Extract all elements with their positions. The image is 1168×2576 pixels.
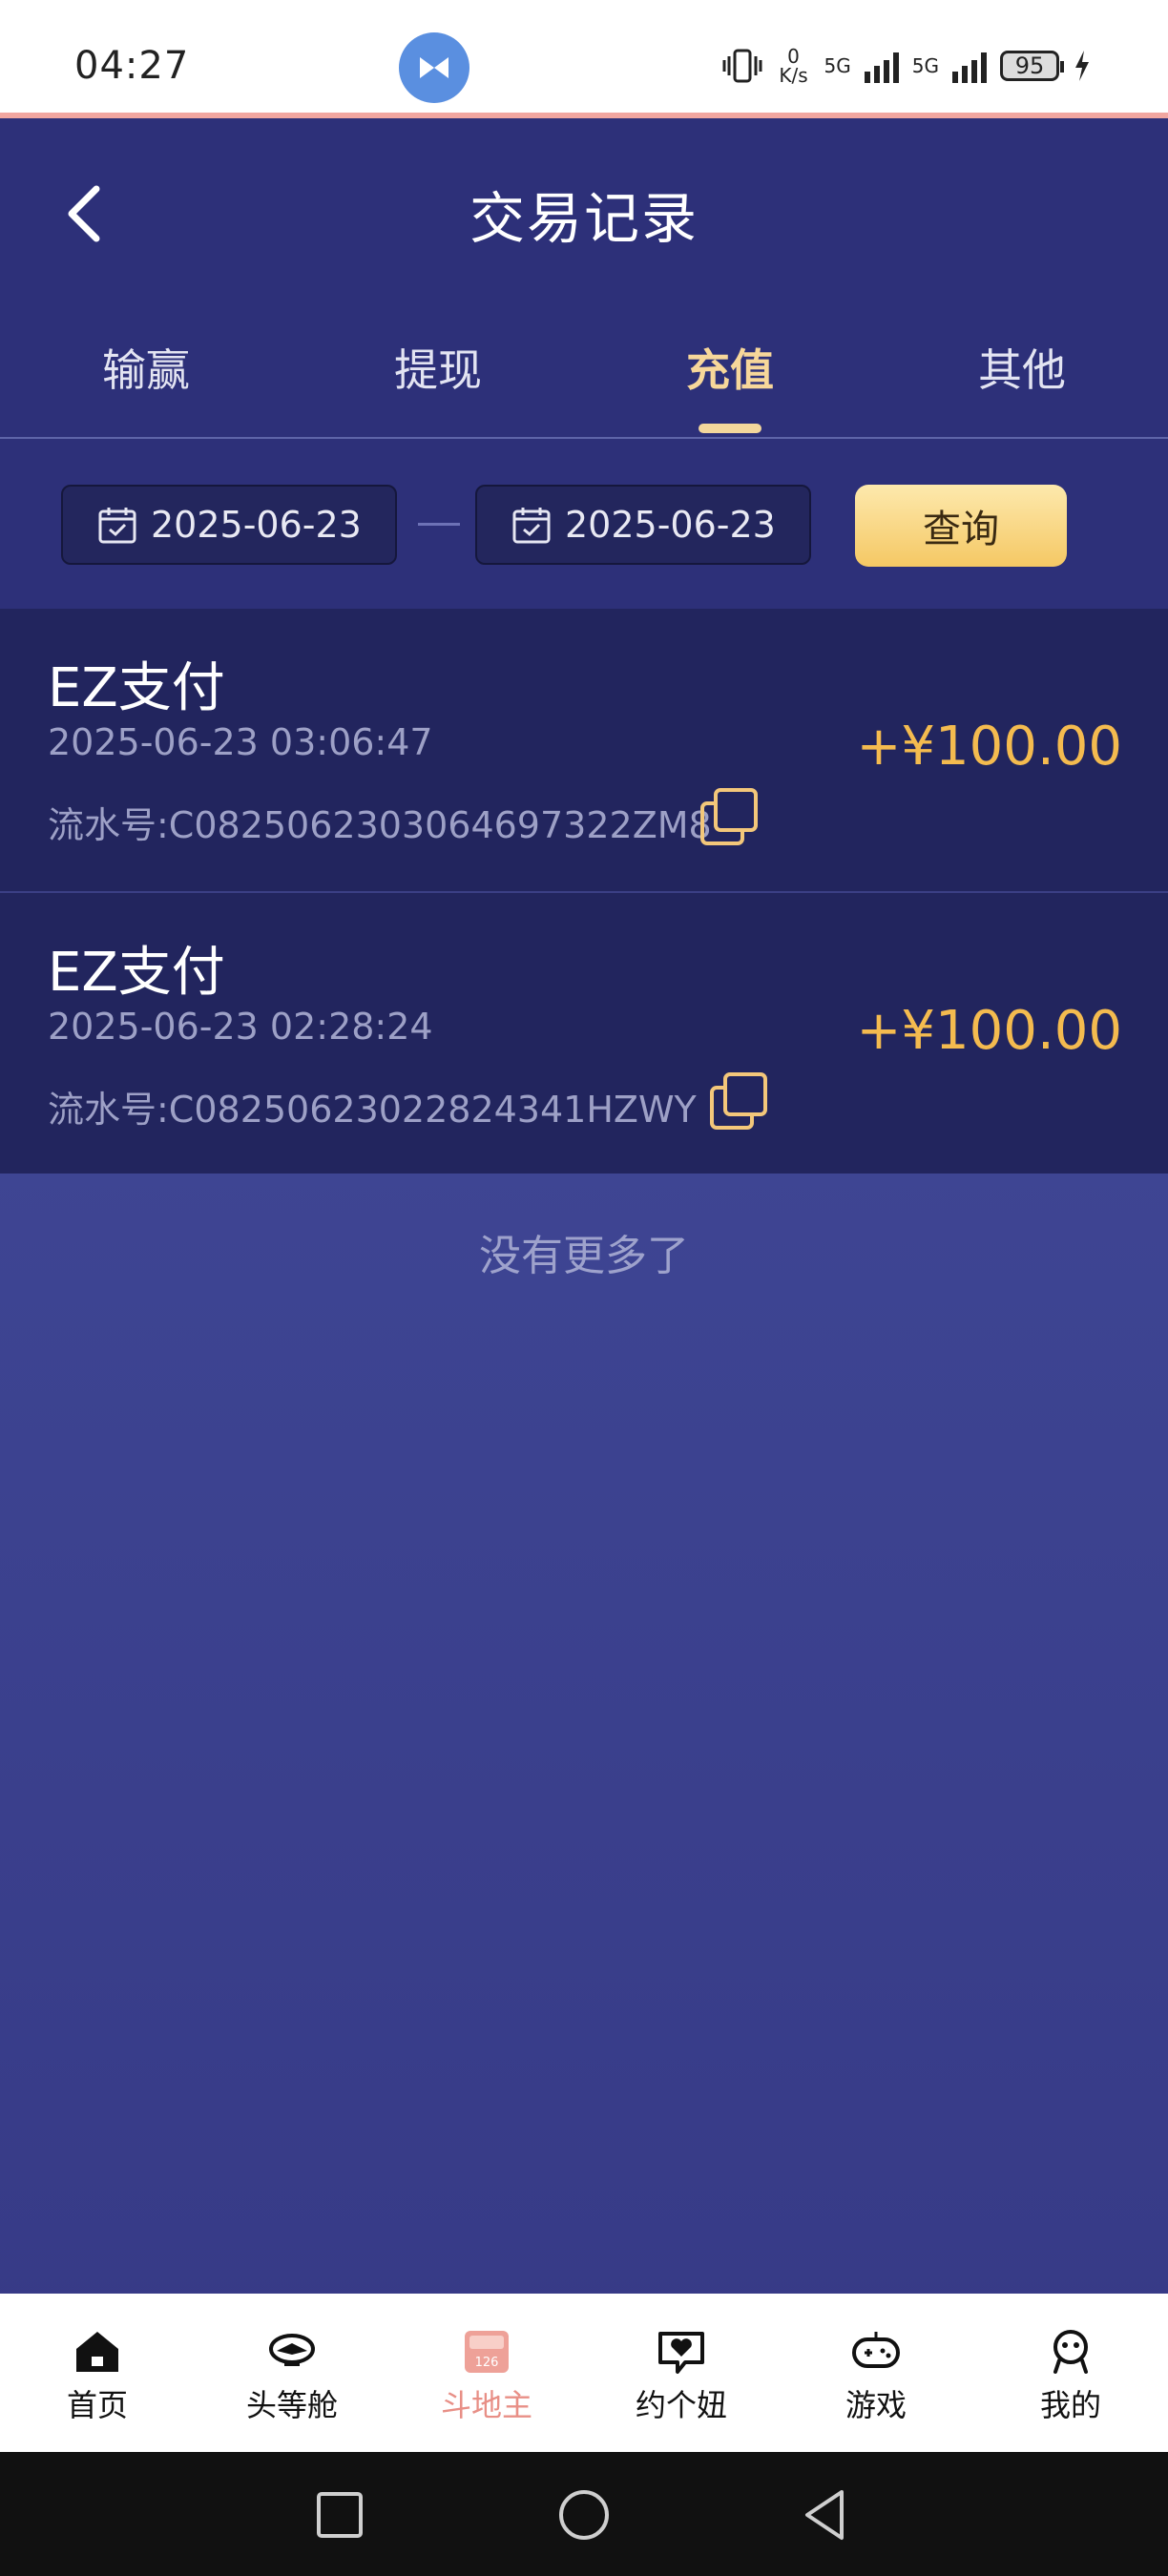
net-speed: 0 K/s — [779, 45, 808, 87]
battery-icon: 95 — [1000, 51, 1064, 81]
bottom-nav: 首页 头等舱 126 斗地主 约个妞 游戏 我的 — [0, 2294, 1168, 2452]
tab-label: 其他 — [978, 344, 1066, 396]
calendar-icon — [512, 508, 551, 544]
tab-win-loss[interactable]: 输赢 — [0, 336, 292, 399]
status-bar: 04:27 0 K/s 5G 5G 95 — [0, 0, 1168, 118]
card-game-icon: 126 — [465, 2331, 509, 2373]
signal-label-2: 5G — [911, 54, 939, 77]
transaction-list: EZ支付 2025-06-23 03:06:47 流水号:C0825062303… — [0, 609, 1168, 1174]
list-item: EZ支付 2025-06-23 02:28:24 流水号:C0825062302… — [0, 891, 1168, 1174]
start-date-picker[interactable]: 2025-06-23 — [61, 485, 397, 565]
list-item: EZ支付 2025-06-23 03:06:47 流水号:C0825062303… — [0, 609, 1168, 891]
query-button[interactable]: 查询 — [855, 485, 1067, 567]
page-title: 交易记录 — [469, 186, 699, 251]
system-back-icon[interactable] — [798, 2486, 855, 2544]
transaction-amount: +¥100.00 — [856, 1000, 1123, 1062]
tab-label: 充值 — [686, 344, 774, 396]
tab-label: 输赢 — [102, 344, 190, 396]
payment-method: EZ支付 — [48, 942, 225, 1004]
status-indicators: 0 K/s 5G 5G 95 — [721, 42, 1092, 90]
nav-item-landlord[interactable]: 126 斗地主 — [389, 2294, 584, 2452]
payment-method: EZ支付 — [48, 657, 225, 719]
serial-number: 流水号:C0825062303064697322ZM8 — [48, 804, 712, 846]
tab-bar: 输赢 提现 充值 其他 — [0, 309, 1168, 439]
gamepad-icon — [852, 2332, 900, 2368]
home-circle-icon[interactable] — [555, 2486, 613, 2544]
nav-item-home[interactable]: 首页 — [0, 2294, 195, 2452]
system-nav-bar — [0, 2452, 1168, 2576]
tab-other[interactable]: 其他 — [876, 336, 1168, 399]
date-range-separator — [418, 523, 460, 526]
start-date-value: 2025-06-23 — [151, 504, 362, 546]
tab-label: 提现 — [394, 344, 482, 396]
serial-number: 流水号:C08250623022824341HZWY — [48, 1089, 697, 1131]
vibrate-icon — [722, 49, 762, 83]
active-tab-indicator — [699, 424, 761, 433]
nav-item-date[interactable]: 约个妞 — [584, 2294, 779, 2452]
transaction-amount: +¥100.00 — [856, 716, 1123, 778]
notification-app-icon — [399, 32, 469, 103]
signal-bars-icon — [864, 49, 899, 83]
heart-chat-icon — [658, 2332, 704, 2374]
app-root: 04:27 0 K/s 5G 5G 95 交易记录 输赢 提现 充值 其他 20… — [0, 0, 1168, 2576]
date-filter-bar: 2025-06-23 2025-06-23 查询 — [0, 441, 1168, 609]
charging-icon — [1075, 51, 1089, 81]
nav-label: 我的 — [1039, 2387, 1101, 2423]
header: 交易记录 输赢 提现 充值 其他 — [0, 118, 1168, 441]
nav-label: 约个妞 — [635, 2387, 727, 2423]
signal-label-1: 5G — [824, 54, 851, 77]
home-icon — [76, 2332, 118, 2372]
status-time: 04:27 — [74, 44, 190, 88]
copy-serial-button[interactable] — [699, 786, 761, 849]
nav-label: 首页 — [66, 2387, 128, 2423]
end-date-value: 2025-06-23 — [565, 504, 776, 546]
tab-withdraw[interactable]: 提现 — [292, 336, 584, 399]
nav-item-profile[interactable]: 我的 — [973, 2294, 1168, 2452]
end-date-picker[interactable]: 2025-06-23 — [475, 485, 811, 565]
nav-item-first-class[interactable]: 头等舱 — [195, 2294, 389, 2452]
nav-label: 斗地主 — [440, 2387, 532, 2423]
signal-bars-icon-2 — [952, 49, 987, 83]
transaction-time: 2025-06-23 02:28:24 — [48, 1006, 433, 1048]
copy-serial-button[interactable] — [708, 1070, 771, 1133]
recent-apps-icon[interactable] — [311, 2486, 368, 2544]
tab-recharge[interactable]: 充值 — [584, 336, 876, 433]
battery-level: 95 — [1014, 52, 1045, 79]
svg-text:126: 126 — [475, 2356, 499, 2370]
profile-icon — [1053, 2330, 1088, 2374]
nav-label: 头等舱 — [245, 2387, 338, 2423]
nav-item-games[interactable]: 游戏 — [779, 2294, 973, 2452]
plane-icon — [269, 2334, 315, 2366]
transaction-time: 2025-06-23 03:06:47 — [48, 721, 433, 763]
copy-icon — [700, 788, 758, 845]
calendar-icon — [98, 508, 136, 544]
nav-label: 游戏 — [845, 2387, 907, 2423]
list-end-text: 没有更多了 — [479, 1232, 689, 1280]
copy-icon — [710, 1072, 767, 1130]
